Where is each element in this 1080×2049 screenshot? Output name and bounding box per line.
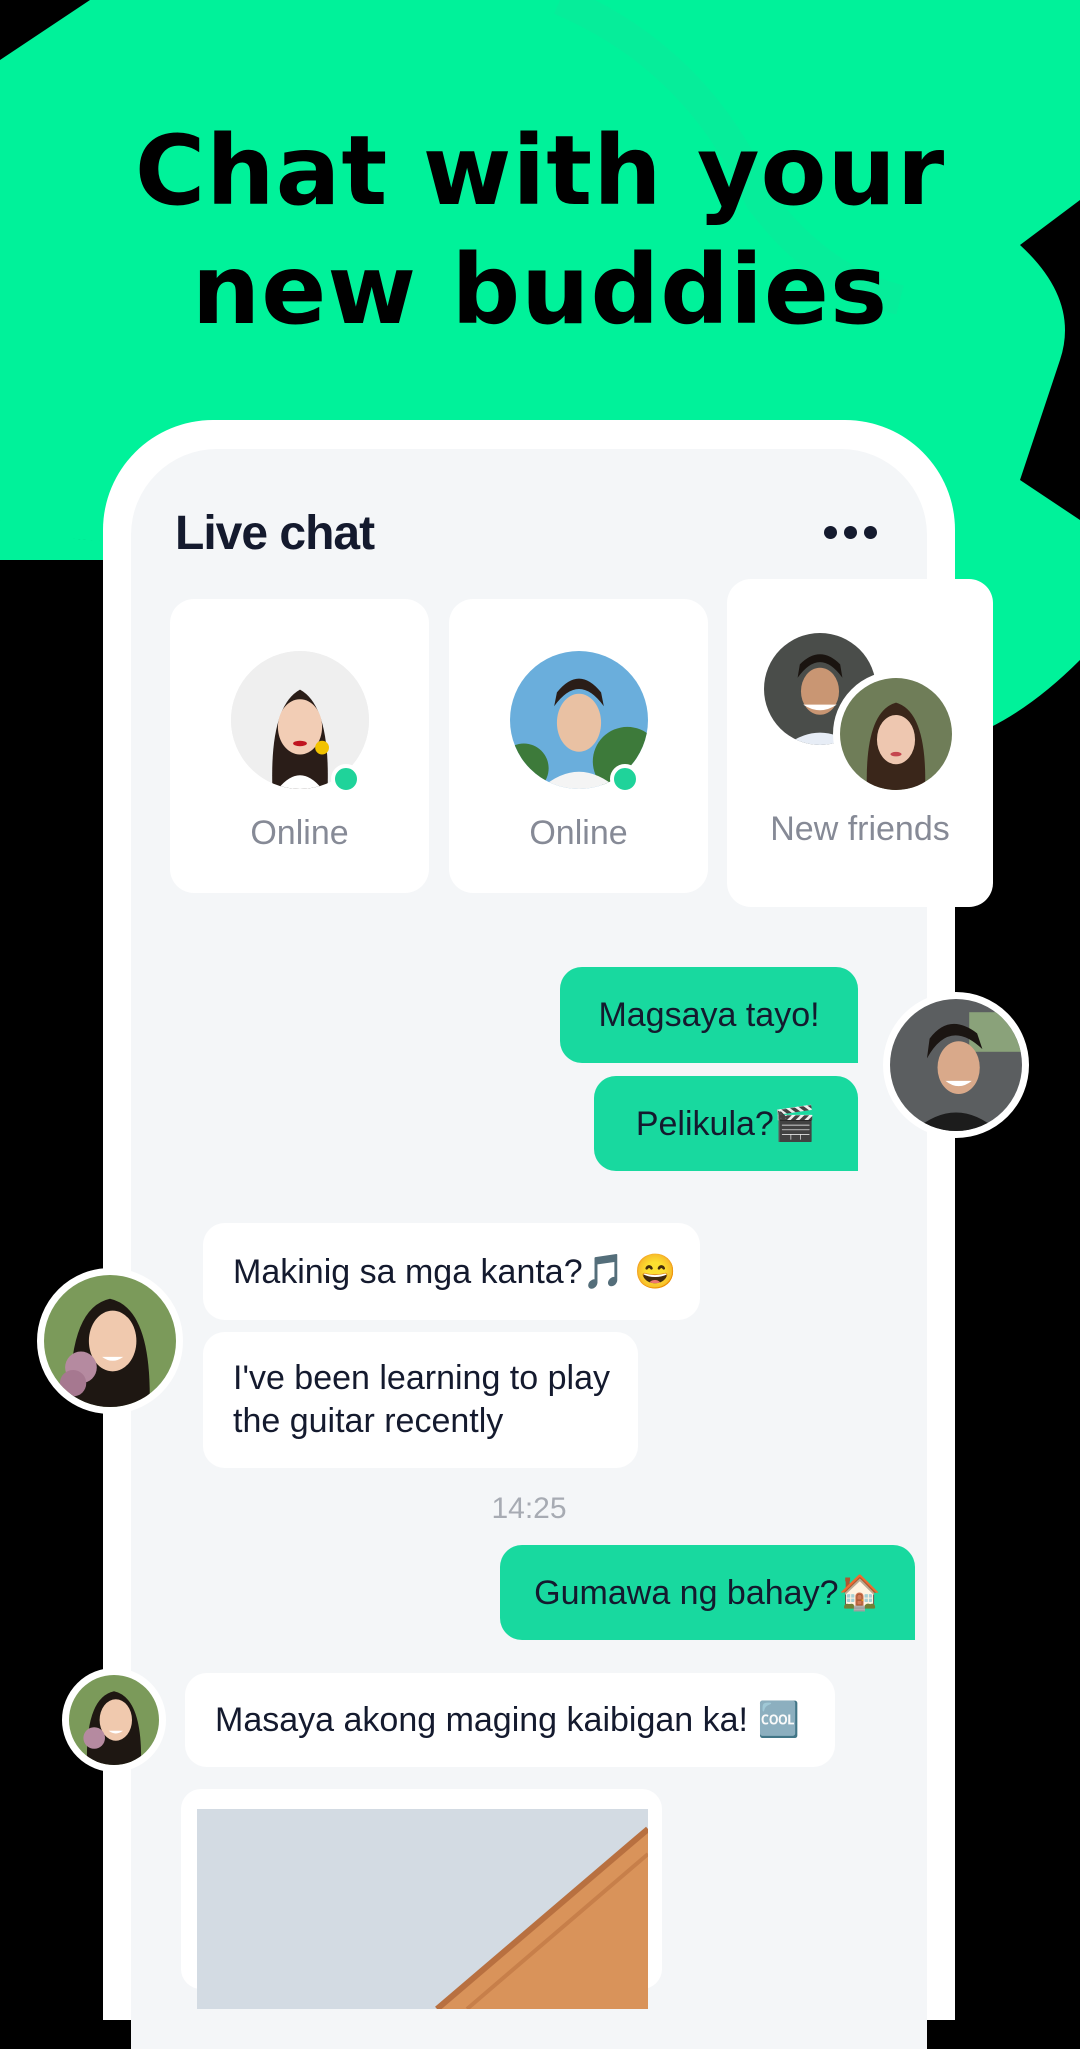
more-horizontal-icon [824, 525, 837, 539]
card-label: Online [529, 814, 628, 852]
message-text: Gumawa ng bahay?🏠 [534, 1573, 881, 1612]
online-status-dot [610, 764, 640, 794]
friend-avatar[interactable] [62, 1668, 166, 1772]
message-bubble-incoming: Masaya akong maging kaibigan ka! 🆒 [185, 1673, 835, 1767]
more-dot [844, 525, 857, 539]
more-options-button[interactable] [824, 520, 878, 544]
message-bubble-outgoing: Magsaya tayo! [560, 967, 858, 1063]
new-friends-card[interactable]: New friends [727, 579, 993, 907]
page-title: Live chat [175, 507, 375, 560]
card-label: New friends [770, 810, 950, 848]
message-bubble-incoming: Makinig sa mga kanta?🎵 😄 [203, 1223, 700, 1320]
headline-line-1: Chat with your [134, 115, 946, 227]
message-bubble-outgoing: Gumawa ng bahay?🏠 [500, 1545, 915, 1640]
my-avatar[interactable] [883, 992, 1029, 1138]
message-bubble-incoming: I've been learning to play the guitar re… [203, 1332, 638, 1468]
online-user-card[interactable]: Online [170, 599, 429, 893]
message-text: Masaya akong maging kaibigan ka! 🆒 [215, 1701, 800, 1739]
shared-photo[interactable] [197, 1809, 648, 2009]
card-label: Online [250, 814, 349, 852]
message-text: I've been learning to play the guitar re… [233, 1359, 610, 1440]
message-timestamp: 14:25 [491, 1492, 567, 1525]
message-text: Magsaya tayo! [598, 995, 820, 1034]
online-user-card[interactable]: Online [449, 599, 708, 893]
avatar [833, 671, 959, 797]
message-bubble-outgoing: Pelikula?🎬 [594, 1076, 858, 1171]
message-text: Pelikula?🎬 [635, 1104, 817, 1143]
image-message[interactable] [181, 1789, 662, 2009]
headline-line-2: new buddies [191, 234, 889, 346]
building-photo [197, 1809, 648, 2009]
friend-avatar[interactable] [37, 1268, 183, 1414]
message-text: Makinig sa mga kanta?🎵 😄 [233, 1252, 677, 1291]
online-status-dot [331, 764, 361, 794]
more-dot [864, 525, 877, 539]
